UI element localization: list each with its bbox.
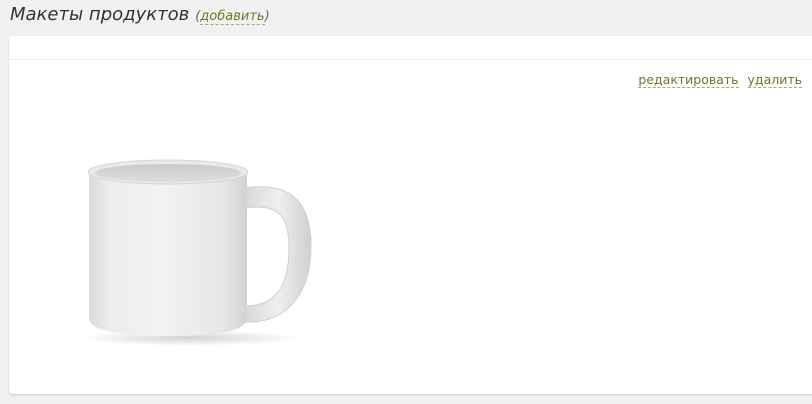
edit-link[interactable]: редактировать xyxy=(638,72,739,88)
panel-divider xyxy=(9,59,812,60)
delete-link[interactable]: удалить xyxy=(747,72,802,88)
item-actions: редактировать удалить xyxy=(638,72,802,88)
mockups-panel: редактировать удалить xyxy=(9,36,812,394)
section-header: Макеты продуктов (добавить) xyxy=(10,4,270,30)
add-link-wrapper: (добавить) xyxy=(195,9,270,25)
close-paren: ) xyxy=(264,9,270,24)
add-link[interactable]: добавить xyxy=(200,9,265,25)
mug-icon xyxy=(79,159,312,346)
mug-image[interactable] xyxy=(49,116,319,346)
page-title: Макеты продуктов xyxy=(10,4,190,25)
